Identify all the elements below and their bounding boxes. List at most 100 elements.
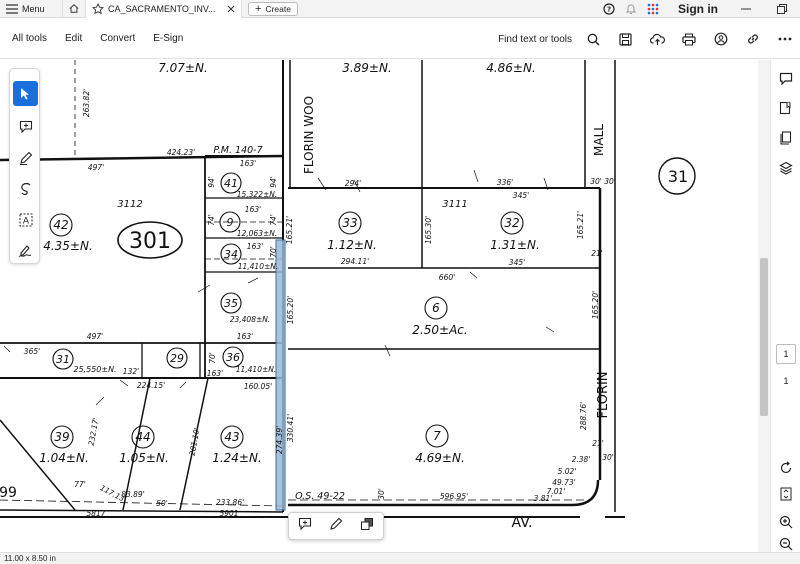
comments-panel-button[interactable] bbox=[776, 68, 796, 88]
document-viewport[interactable]: 42 41 9 34 35 36 31 29 33 32 6 7 39 44 4… bbox=[0, 60, 770, 552]
save-button[interactable] bbox=[610, 19, 640, 59]
menu-convert[interactable]: Convert bbox=[94, 33, 141, 44]
left-tools-panel: A bbox=[9, 68, 40, 264]
zoom-out-button[interactable] bbox=[776, 534, 796, 554]
parcel-43-num: 43 bbox=[224, 430, 239, 444]
create-button[interactable]: + Create bbox=[248, 1, 298, 16]
dim: 165.20' bbox=[591, 291, 600, 319]
minimize-button[interactable] bbox=[728, 4, 764, 14]
cloud-upload-icon bbox=[649, 33, 665, 45]
more-options-button[interactable] bbox=[770, 19, 800, 59]
street-av: AV. bbox=[512, 515, 533, 531]
menu-esign[interactable]: E-Sign bbox=[147, 33, 189, 44]
menu-edit[interactable]: Edit bbox=[59, 33, 88, 44]
parcel-34-area: 11,410±N. bbox=[238, 262, 279, 271]
home-button[interactable] bbox=[62, 0, 86, 18]
layers-panel-button[interactable] bbox=[776, 158, 796, 178]
home-icon bbox=[69, 4, 79, 13]
parcel-31-area: 25,550±N. bbox=[73, 365, 116, 374]
parcel-44-area: 1.05±N. bbox=[119, 451, 169, 465]
close-icon[interactable] bbox=[227, 5, 235, 13]
copy-pages-icon bbox=[780, 131, 792, 145]
save-icon bbox=[618, 32, 632, 46]
pages-panel-button[interactable] bbox=[776, 128, 796, 148]
copy-icon bbox=[361, 517, 374, 530]
menu-button[interactable]: Menu bbox=[0, 0, 62, 18]
dim: 5901 bbox=[219, 509, 238, 518]
dim: 165.20' bbox=[286, 296, 295, 324]
comment-tool[interactable] bbox=[13, 114, 38, 139]
print-icon bbox=[682, 33, 696, 45]
share-user-button[interactable] bbox=[706, 19, 736, 59]
dim: 288.76' bbox=[579, 402, 588, 430]
notifications-button[interactable] bbox=[620, 0, 642, 18]
apps-grid-icon bbox=[647, 3, 659, 15]
select-tool[interactable] bbox=[13, 81, 38, 106]
refresh-button[interactable] bbox=[776, 458, 796, 478]
page-fit-button[interactable] bbox=[776, 484, 796, 504]
search-button[interactable] bbox=[578, 19, 608, 59]
mini-comment-button[interactable] bbox=[298, 517, 312, 535]
parcel-34-num: 34 bbox=[224, 248, 238, 261]
vertical-scrollbar[interactable] bbox=[758, 60, 770, 552]
menu-all-tools[interactable]: All tools bbox=[6, 33, 53, 44]
scroll-thumb[interactable] bbox=[760, 258, 768, 416]
dim: 21' bbox=[591, 249, 603, 258]
area-top-2: 3.89±N. bbox=[342, 61, 392, 75]
mini-highlight-button[interactable] bbox=[329, 517, 343, 536]
text-tool[interactable]: A bbox=[13, 207, 38, 232]
mini-copy-button[interactable] bbox=[360, 517, 374, 536]
dim: 163' bbox=[245, 205, 261, 214]
plus-icon: + bbox=[255, 2, 262, 15]
parcel-32-num: 32 bbox=[504, 216, 519, 230]
parcel-42-num: 42 bbox=[53, 218, 68, 232]
area-top-3: 4.86±N. bbox=[486, 61, 536, 75]
help-button[interactable]: ? bbox=[598, 0, 620, 18]
dim: 345' bbox=[509, 258, 525, 267]
sign-tool[interactable] bbox=[13, 237, 38, 262]
fit-page-icon bbox=[780, 487, 792, 501]
dim: 232.17' bbox=[87, 417, 101, 446]
zoom-in-button[interactable] bbox=[776, 512, 796, 532]
add-comment-icon bbox=[298, 517, 311, 531]
dim: 30' bbox=[602, 453, 614, 462]
dim: 596.95' bbox=[440, 492, 468, 501]
pen-icon bbox=[19, 151, 32, 165]
parcel-41-area: 15,322±N. bbox=[237, 190, 278, 199]
cursor-icon bbox=[21, 88, 29, 100]
create-label: Create bbox=[265, 3, 291, 14]
dim: 263.82' bbox=[82, 89, 91, 117]
apps-button[interactable] bbox=[642, 0, 664, 18]
dim: 21' bbox=[592, 439, 604, 448]
current-page-input[interactable]: 1 bbox=[776, 344, 796, 364]
upload-button[interactable] bbox=[642, 19, 672, 59]
document-tab[interactable]: CA_SACRAMENTO_INV... bbox=[86, 0, 242, 18]
dim: 3.81' bbox=[534, 494, 553, 503]
dim: 660' bbox=[439, 273, 455, 282]
parcel-33-area: 1.12±N. bbox=[327, 238, 377, 252]
dim: 5.02' bbox=[558, 467, 577, 476]
help-icon: ? bbox=[603, 3, 615, 15]
draw-tool[interactable] bbox=[13, 176, 38, 201]
link-button[interactable] bbox=[738, 19, 768, 59]
dim: 160.05' bbox=[244, 382, 272, 391]
parcel-42-area: 4.35±N. bbox=[43, 239, 93, 253]
bookmarks-panel-button[interactable] bbox=[776, 98, 796, 118]
dim: 50' bbox=[156, 499, 168, 508]
reference-pm: P.M. 140-7 bbox=[213, 145, 262, 156]
print-button[interactable] bbox=[674, 19, 704, 59]
star-icon[interactable] bbox=[92, 2, 104, 15]
street-mall: MALL bbox=[592, 124, 606, 156]
find-text-label[interactable]: Find text or tools bbox=[498, 34, 576, 45]
restore-button[interactable] bbox=[764, 4, 800, 14]
book-number-3111: 3111 bbox=[442, 199, 467, 210]
sign-in-button[interactable]: Sign in bbox=[664, 2, 728, 16]
dim: 424.23' bbox=[167, 148, 195, 157]
page-size-label: 11.00 x 8.50 in bbox=[4, 554, 56, 563]
highlight-tool[interactable] bbox=[13, 145, 38, 170]
dim: 74' bbox=[269, 214, 278, 226]
dim: 294.11' bbox=[341, 257, 369, 266]
parcel-39-num: 39 bbox=[54, 430, 69, 444]
rotate-icon bbox=[780, 461, 792, 474]
dim: 94' bbox=[207, 176, 216, 188]
